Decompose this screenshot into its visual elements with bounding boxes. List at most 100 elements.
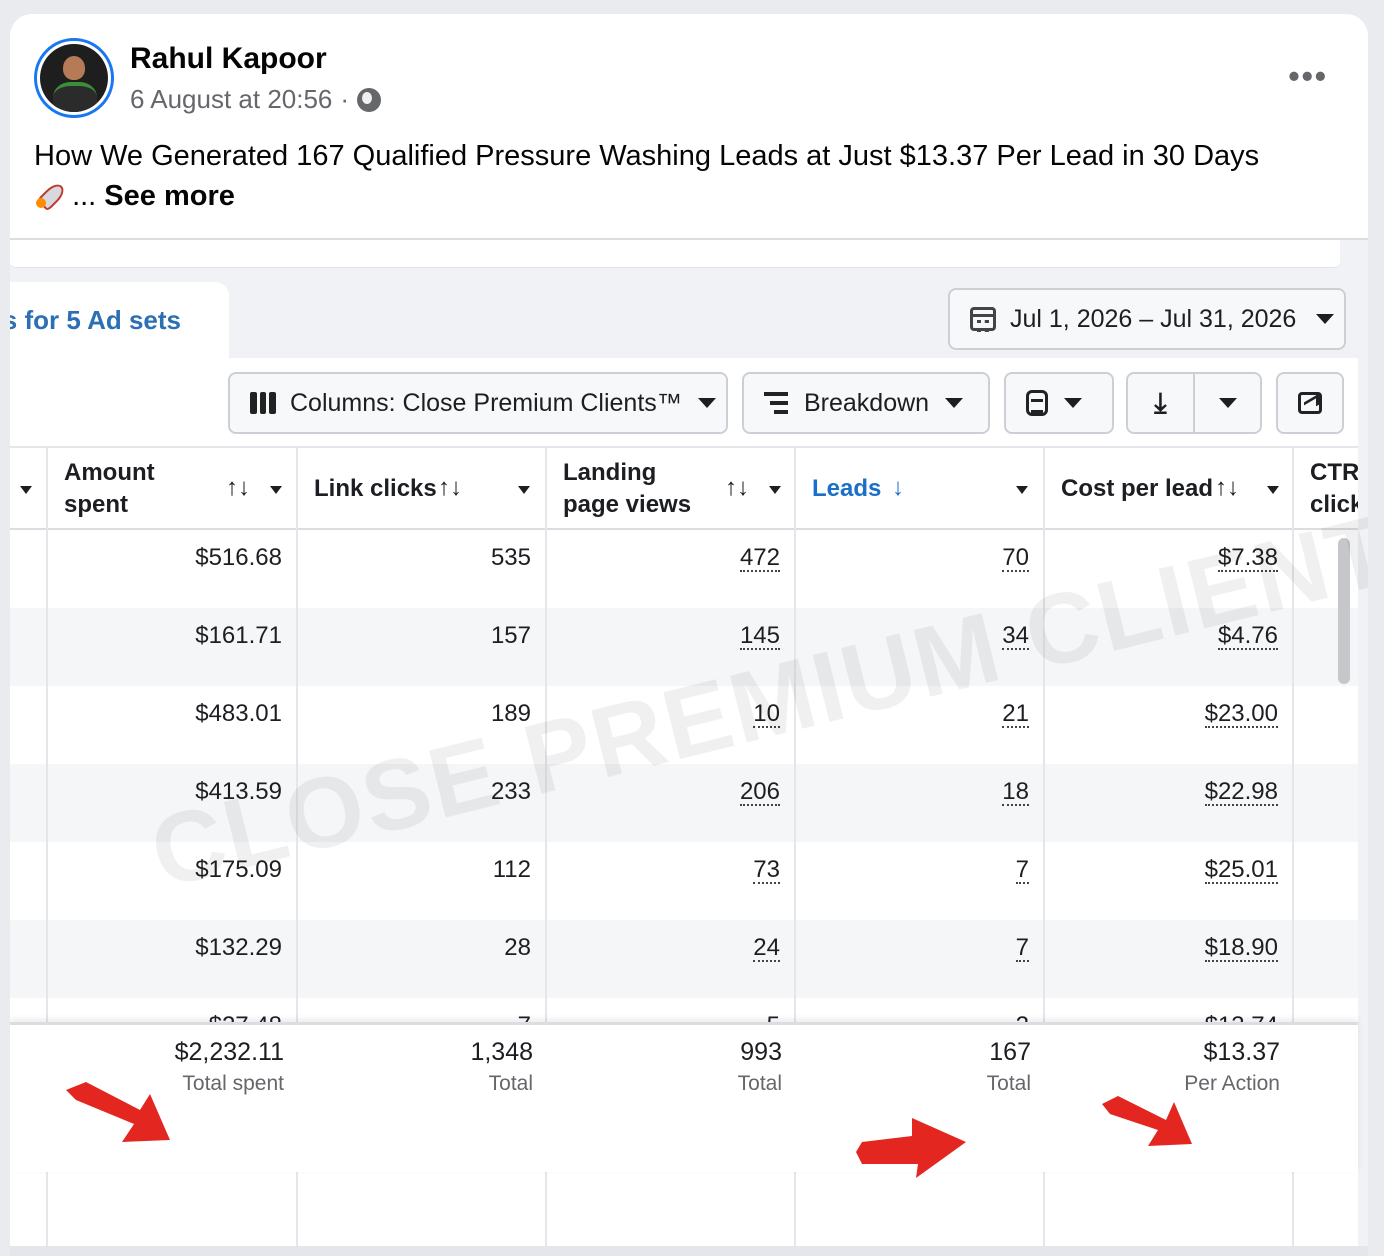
cell-leads[interactable]: 18	[794, 764, 1043, 842]
reports-button[interactable]	[1004, 372, 1114, 434]
cell-amount-spent-value: $413.59	[195, 778, 282, 805]
breakdown-label: Breakdown	[804, 388, 930, 417]
sort-desc-icon[interactable]: ↓	[892, 474, 904, 502]
chevron-down-icon[interactable]	[518, 486, 530, 494]
more-options-icon[interactable]: •••	[1288, 58, 1328, 95]
table-row[interactable]: $483.01 189 10 21 $23.00	[10, 686, 1358, 764]
table-panel: Columns: Close Premium Clients™ Breakdow…	[10, 358, 1358, 1256]
cell-cost-per-lead[interactable]: $7.38	[1043, 530, 1292, 608]
cell-landing-page-views-value: 73	[753, 856, 780, 884]
cell-cost-per-lead-value: $7.38	[1217, 544, 1278, 572]
post-card: Rahul Kapoor 6 August at 20:56 · ••• How…	[10, 14, 1368, 1256]
chevron-down-icon[interactable]	[1267, 486, 1279, 494]
cell-link-clicks-value: 112	[492, 856, 531, 883]
column-header-ctr[interactable]: CTR click	[1292, 448, 1358, 530]
chevron-down-icon	[1218, 398, 1237, 408]
table-row[interactable]: $161.71 157 145 34 $4.76	[10, 608, 1358, 686]
sort-icon[interactable]: ↑↓	[725, 474, 749, 502]
cell-amount-spent-value: $175.09	[195, 856, 282, 883]
sort-icon[interactable]: ↑↓	[1215, 474, 1239, 502]
cell-link-clicks-value: 157	[490, 622, 531, 649]
see-more-link[interactable]: See more	[104, 180, 235, 212]
chevron-down-icon	[945, 398, 964, 408]
cell-amount-spent-value: $132.29	[195, 934, 282, 961]
cell-landing-page-views[interactable]: 24	[545, 920, 794, 998]
rocket-emoji-icon	[34, 180, 64, 210]
cell-cost-per-lead[interactable]: $25.01	[1043, 842, 1292, 920]
cell-link-clicks: 233	[296, 764, 545, 842]
export-button-group: ⤓	[1126, 372, 1262, 434]
avatar-photo	[40, 44, 108, 112]
cell-landing-page-views[interactable]: 73	[545, 842, 794, 920]
cell-landing-page-views-value: 472	[739, 544, 780, 572]
column-header-prev[interactable]	[10, 448, 46, 530]
cell-landing-page-views[interactable]: 10	[545, 686, 794, 764]
cell-amount-spent: $413.59	[46, 764, 296, 842]
cell-cost-per-lead[interactable]: $4.76	[1043, 608, 1292, 686]
chevron-down-icon[interactable]	[270, 486, 282, 494]
card-bottom-edge	[10, 1246, 1368, 1256]
avatar[interactable]	[34, 38, 114, 118]
cell-leads-value: 21	[1002, 700, 1029, 728]
columns-button[interactable]: Columns: Close Premium Clients™	[228, 372, 728, 434]
post-ellipsis: ...	[72, 180, 97, 212]
cell-leads[interactable]: 34	[794, 608, 1043, 686]
author-name[interactable]: Rahul Kapoor	[130, 42, 327, 76]
breakdown-button[interactable]: Breakdown	[742, 372, 990, 434]
total-leads: 167 Total	[986, 1038, 1031, 1095]
total-link-clicks: 1,348 Total	[470, 1038, 533, 1095]
sort-icon[interactable]: ↑↓	[226, 474, 250, 502]
ad-sets-table: $516.68 535 472 70 $7.38 $161.71 157 145 34 $4.76…	[10, 446, 1358, 1256]
column-header-link-clicks[interactable]: Link clicks ↑↓	[296, 448, 545, 530]
chevron-down-icon[interactable]	[20, 486, 32, 494]
cell-leads[interactable]: 70	[794, 530, 1043, 608]
cell-leads-value: 34	[1002, 622, 1029, 650]
column-header-landing-page-views[interactable]: Landing page views ↑↓	[545, 448, 794, 530]
chart-icon	[1298, 392, 1322, 414]
cell-leads-value: 70	[1002, 544, 1029, 572]
cell-landing-page-views[interactable]: 206	[545, 764, 794, 842]
cell-cost-per-lead[interactable]: $18.90	[1043, 920, 1292, 998]
cell-amount-spent: $483.01	[46, 686, 296, 764]
table-row[interactable]: $132.29 28 24 7 $18.90	[10, 920, 1358, 998]
column-header-leads[interactable]: Leads ↓	[794, 448, 1043, 530]
column-header-cost-per-lead[interactable]: Cost per lead ↑↓	[1043, 448, 1292, 530]
cell-leads[interactable]: 7	[794, 920, 1043, 998]
date-range-picker[interactable]: Jul 1, 2026 – Jul 31, 2026	[948, 288, 1346, 350]
cell-landing-page-views[interactable]: 145	[545, 608, 794, 686]
tab-ad-sets[interactable]: s for 5 Ad sets	[10, 282, 229, 358]
post-body: How We Generated 167 Qualified Pressure …	[34, 140, 1260, 172]
totals-row: $2,232.11 Total spent 1,348 Total 993 To…	[10, 1022, 1358, 1172]
cell-amount-spent: $161.71	[46, 608, 296, 686]
export-dropdown[interactable]	[1195, 374, 1260, 432]
column-header-amount-spent[interactable]: Amount spent ↑↓	[46, 448, 296, 530]
chevron-down-icon[interactable]	[1016, 486, 1028, 494]
post-timestamp[interactable]: 6 August at 20:56	[130, 84, 332, 115]
cell-link-clicks-value: 28	[504, 934, 531, 961]
download-icon[interactable]: ⤓	[1128, 374, 1195, 432]
columns-label: Columns: Close Premium Clients™	[290, 388, 682, 417]
breakdown-icon	[764, 392, 788, 414]
cell-leads-value: 18	[1002, 778, 1029, 806]
cell-cost-per-lead[interactable]: $22.98	[1043, 764, 1292, 842]
cell-landing-page-views[interactable]: 472	[545, 530, 794, 608]
ads-manager-screenshot: s for 5 Ad sets Jul 1, 2026 – Jul 31, 20…	[10, 240, 1368, 1256]
sort-icon[interactable]: ↑↓	[438, 474, 462, 502]
cell-cost-per-lead-value: $4.76	[1217, 622, 1278, 650]
globe-icon[interactable]	[357, 87, 382, 112]
cell-cost-per-lead[interactable]: $23.00	[1043, 686, 1292, 764]
scrollbar[interactable]	[1338, 538, 1350, 684]
charts-button[interactable]	[1276, 372, 1344, 434]
table-row[interactable]: $516.68 535 472 70 $7.38	[10, 530, 1358, 608]
cell-leads[interactable]: 7	[794, 842, 1043, 920]
database-icon	[1026, 390, 1048, 416]
table-row[interactable]: $413.59 233 206 18 $22.98	[10, 764, 1358, 842]
cell-link-clicks: 189	[296, 686, 545, 764]
table-header: Amount spent ↑↓ Link clicks ↑↓ Landing p…	[10, 446, 1358, 530]
total-cost-per-lead: $13.37 Per Action	[1184, 1038, 1280, 1095]
cell-landing-page-views-value: 24	[753, 934, 780, 962]
chevron-down-icon[interactable]	[769, 486, 781, 494]
cell-amount-spent-value: $516.68	[195, 544, 282, 571]
cell-leads[interactable]: 21	[794, 686, 1043, 764]
table-row[interactable]: $175.09 112 73 7 $25.01	[10, 842, 1358, 920]
